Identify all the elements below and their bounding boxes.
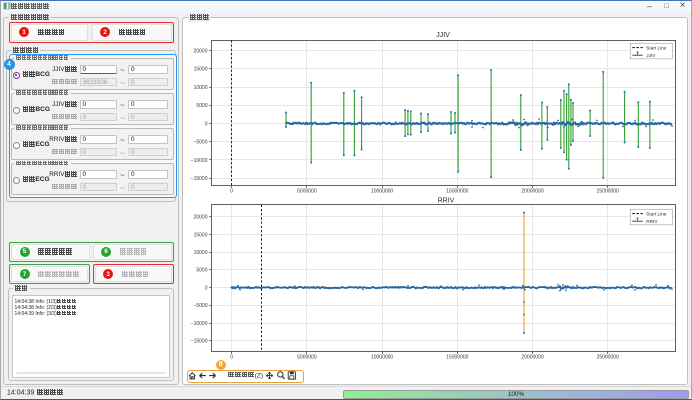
svg-text:−5000: −5000 xyxy=(193,140,207,146)
svg-text:20000: 20000 xyxy=(194,48,208,54)
svg-text:15000000: 15000000 xyxy=(446,355,468,361)
svg-text:−10000: −10000 xyxy=(191,321,208,327)
svg-text:0: 0 xyxy=(205,285,208,291)
svg-text:10000000: 10000000 xyxy=(371,189,393,195)
svg-text:−15000: −15000 xyxy=(191,339,208,345)
svg-text:10000000: 10000000 xyxy=(371,355,393,361)
svg-text:10000: 10000 xyxy=(194,250,208,256)
svg-text:10000: 10000 xyxy=(194,85,208,91)
svg-text:15000000: 15000000 xyxy=(446,189,468,195)
svg-text:20000000: 20000000 xyxy=(521,189,543,195)
svg-text:15000: 15000 xyxy=(194,232,208,238)
svg-text:RRIV: RRIV xyxy=(438,198,455,205)
svg-text:−15000: −15000 xyxy=(191,176,208,182)
svg-text:Start Line: Start Line xyxy=(646,45,666,50)
svg-text:RRIV: RRIV xyxy=(646,219,658,224)
svg-text:−10000: −10000 xyxy=(191,158,208,164)
svg-text:5000000: 5000000 xyxy=(297,189,317,195)
svg-text:15000: 15000 xyxy=(194,67,208,73)
svg-text:20000: 20000 xyxy=(194,215,208,221)
svg-text:25000000: 25000000 xyxy=(597,355,619,361)
svg-text:5000000: 5000000 xyxy=(297,355,317,361)
svg-text:20000000: 20000000 xyxy=(521,355,543,361)
svg-text:25000000: 25000000 xyxy=(597,189,619,195)
svg-text:−5000: −5000 xyxy=(193,303,207,309)
svg-text:0: 0 xyxy=(205,121,208,127)
svg-text:5000: 5000 xyxy=(196,268,207,274)
svg-text:0: 0 xyxy=(230,189,233,195)
svg-text:JJIV: JJIV xyxy=(436,32,450,39)
svg-text:5000: 5000 xyxy=(196,103,207,109)
svg-text:JJIV: JJIV xyxy=(646,53,656,58)
svg-text:0: 0 xyxy=(230,355,233,361)
svg-text:Start Line: Start Line xyxy=(646,211,666,216)
